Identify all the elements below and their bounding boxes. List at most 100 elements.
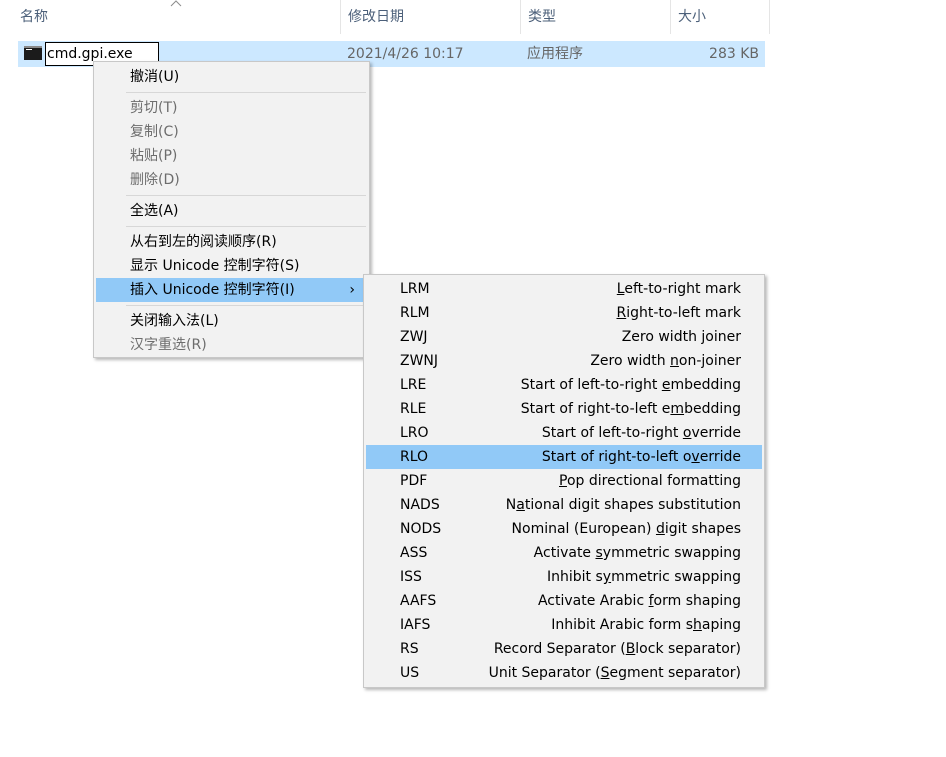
menu-item-undo[interactable]: 撤消(U) <box>96 65 367 89</box>
description-text: Activate <box>533 545 596 561</box>
access-key: v <box>691 449 700 465</box>
menu-item-label: 插入 Unicode 控制字符(I) <box>130 282 295 298</box>
description-text: tional digit shapes substitution <box>524 497 741 513</box>
menu-item-label: 粘贴(P) <box>130 148 178 164</box>
menu-separator <box>126 195 366 196</box>
description-text: Activate Arabic <box>537 593 649 609</box>
description-text: oiner <box>705 329 741 345</box>
column-modified-label: 修改日期 <box>348 9 404 25</box>
column-header: 名称 修改日期 类型 大小 <box>0 0 770 34</box>
description-text: Start of right-to-left o <box>541 449 692 465</box>
submenu-item-rlo[interactable]: RLO Start of right-to-left override <box>366 445 762 469</box>
menu-item-label: 剪切(T) <box>130 100 178 116</box>
submenu-item-rs[interactable]: RS Record Separator (Block separator) <box>366 637 762 661</box>
description-text: orm shaping <box>653 593 741 609</box>
submenu-item-code: ZWJ <box>400 329 428 345</box>
submenu-item-aafs[interactable]: AAFS Activate Arabic form shaping <box>366 589 762 613</box>
submenu-item-rle[interactable]: RLE Start of right-to-left embedding <box>366 397 762 421</box>
submenu-item-code: NODS <box>400 521 442 537</box>
menu-item-insert-unicode-char[interactable]: 插入 Unicode 控制字符(I) › <box>96 278 367 302</box>
menu-item-paste[interactable]: 粘贴(P) <box>96 144 367 168</box>
column-size-label: 大小 <box>678 9 706 25</box>
description-text: Inhibit Arabic form s <box>551 617 693 633</box>
column-size[interactable]: 大小 <box>670 0 770 34</box>
description-text: mmetric swapping <box>611 569 741 585</box>
submenu-item-iafs[interactable]: IAFS Inhibit Arabic form shaping <box>366 613 762 637</box>
description-text: N <box>505 497 517 513</box>
access-key: d <box>655 521 665 537</box>
menu-item-delete[interactable]: 删除(D) <box>96 168 367 192</box>
description-text: Nominal (European) <box>511 521 656 537</box>
console-app-icon <box>24 46 42 60</box>
access-key: R <box>616 305 627 321</box>
submenu-item-nads[interactable]: NADS National digit shapes substitution <box>366 493 762 517</box>
submenu-item-code: PDF <box>400 473 428 489</box>
submenu-item-description: Unit Separator (Segment separator) <box>489 661 741 685</box>
submenu-item-description: Activate symmetric swapping <box>534 541 741 565</box>
menu-separator <box>126 305 366 306</box>
submenu-item-description: Right-to-left mark <box>617 301 742 325</box>
menu-item-select-all[interactable]: 全选(A) <box>96 199 367 223</box>
file-explorer-window: 名称 修改日期 类型 大小 2021/4/26 10:17 应用程序 283 K… <box>0 0 946 757</box>
description-text: Zero width <box>590 353 671 369</box>
access-key: y <box>602 569 612 585</box>
submenu-item-description: Activate Arabic form shaping <box>538 589 741 613</box>
submenu-item-code: LRO <box>400 425 429 441</box>
column-type[interactable]: 类型 <box>520 0 670 34</box>
submenu-item-zwj[interactable]: ZWJ Zero width joiner <box>366 325 762 349</box>
menu-item-reconvert[interactable]: 汉字重选(R) <box>96 333 367 357</box>
menu-item-cut[interactable]: 剪切(T) <box>96 96 367 120</box>
submenu-item-code: RLM <box>400 305 430 321</box>
submenu-item-nods[interactable]: NODS Nominal (European) digit shapes <box>366 517 762 541</box>
submenu-item-code: RLE <box>400 401 427 417</box>
menu-item-close-ime[interactable]: 关闭输入法(L) <box>96 309 367 333</box>
description-text: mbedding <box>670 377 741 393</box>
description-text: Start of left-to-right <box>520 377 662 393</box>
description-text: verride <box>691 425 741 441</box>
submenu-item-us[interactable]: US Unit Separator (Segment separator) <box>366 661 762 685</box>
submenu-item-code: LRE <box>400 377 427 393</box>
menu-item-label: 从右到左的阅读顺序(R) <box>130 234 277 250</box>
description-text: on-joiner <box>678 353 741 369</box>
description-text: Zero width <box>621 329 702 345</box>
submenu-item-description: Pop directional formatting <box>559 469 741 493</box>
submenu-item-description: National digit shapes substitution <box>506 493 741 517</box>
submenu-item-ass[interactable]: ASS Activate symmetric swapping <box>366 541 762 565</box>
menu-item-label: 汉字重选(R) <box>130 337 207 353</box>
submenu-item-code: LRM <box>400 281 430 297</box>
submenu-item-code: NADS <box>400 497 440 513</box>
access-key: h <box>693 617 702 633</box>
description-text: Record Separator ( <box>493 641 626 657</box>
description-text: egment separator) <box>609 665 741 681</box>
description-text: Start of left-to-right <box>541 425 683 441</box>
submenu-item-lre[interactable]: LRE Start of left-to-right embedding <box>366 373 762 397</box>
submenu-item-zwnj[interactable]: ZWNJ Zero width non-joiner <box>366 349 762 373</box>
submenu-item-description: Nominal (European) digit shapes <box>512 517 741 541</box>
column-modified[interactable]: 修改日期 <box>340 0 520 34</box>
access-key: a <box>516 497 525 513</box>
description-text: erride <box>699 449 741 465</box>
submenu-item-description: Start of left-to-right override <box>542 421 741 445</box>
submenu-item-description: Start of right-to-left embedding <box>521 397 741 421</box>
submenu-item-pdf[interactable]: PDF Pop directional formatting <box>366 469 762 493</box>
submenu-item-code: IAFS <box>400 617 431 633</box>
description-text: lock separator) <box>635 641 741 657</box>
submenu-item-iss[interactable]: ISS Inhibit symmetric swapping <box>366 565 762 589</box>
menu-item-label: 显示 Unicode 控制字符(S) <box>130 258 300 274</box>
menu-item-show-unicode-chars[interactable]: 显示 Unicode 控制字符(S) <box>96 254 367 278</box>
file-type: 应用程序 <box>527 46 583 62</box>
chevron-right-icon: › <box>349 282 355 298</box>
submenu-item-lrm[interactable]: LRM Left-to-right mark <box>366 277 762 301</box>
submenu-item-rlm[interactable]: RLM Right-to-left mark <box>366 301 762 325</box>
access-key: m <box>670 401 685 417</box>
menu-item-rtl-reading-order[interactable]: 从右到左的阅读顺序(R) <box>96 230 367 254</box>
access-key: n <box>670 353 679 369</box>
submenu-item-code: ZWNJ <box>400 353 439 369</box>
menu-item-copy[interactable]: 复制(C) <box>96 120 367 144</box>
submenu-item-lro[interactable]: LRO Start of left-to-right override <box>366 421 762 445</box>
column-divider[interactable] <box>769 0 770 34</box>
description-text: ight-to-left mark <box>626 305 741 321</box>
submenu-item-description: Zero width non-joiner <box>590 349 741 373</box>
submenu-item-description: Zero width joiner <box>622 325 741 349</box>
submenu-item-description: Start of right-to-left override <box>542 445 741 469</box>
